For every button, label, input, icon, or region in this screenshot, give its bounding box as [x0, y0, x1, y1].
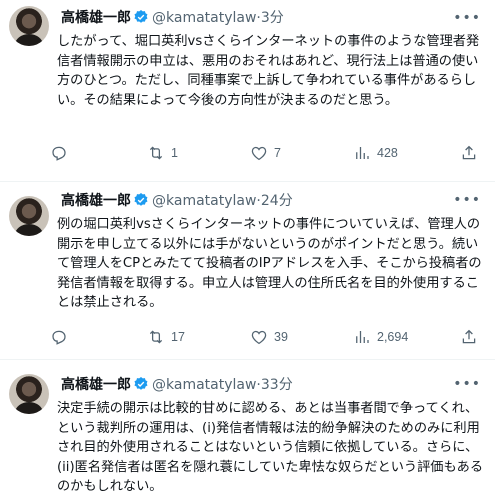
views-icon: [356, 147, 369, 159]
views-icon: [356, 331, 369, 343]
heart-icon: [251, 146, 267, 161]
like-count: 7: [274, 146, 281, 160]
views-button[interactable]: 428: [353, 143, 398, 163]
tweet[interactable]: 高橋雄一郎 @kamatatylaw·3分 ••• したがって、堀口英利vsさくら…: [0, 0, 495, 182]
verified-badge-icon: [133, 376, 149, 399]
reply-button[interactable]: [50, 327, 74, 347]
tweet[interactable]: 高橋雄一郎 @kamatatylaw·24分 ••• 例の堀口英利vsさくらインタ…: [0, 182, 495, 360]
share-button[interactable]: [460, 143, 478, 163]
handle[interactable]: @kamatatylaw: [152, 193, 256, 209]
timestamp[interactable]: 33分: [261, 377, 293, 393]
retweet-button[interactable]: 17: [147, 327, 185, 347]
reply-icon: [52, 330, 66, 345]
verified-badge-icon: [133, 9, 149, 32]
avatar[interactable]: [9, 196, 49, 236]
tweet-text: したがって、堀口英利vsさくらインターネットの事件のような管理者発信者情報開示の…: [57, 34, 480, 108]
handle[interactable]: @kamatatylaw: [152, 377, 256, 393]
handle[interactable]: @kamatatylaw: [152, 10, 256, 26]
retweet-icon: [149, 146, 163, 160]
more-options-icon[interactable]: •••: [453, 376, 481, 392]
timestamp[interactable]: 24分: [261, 193, 293, 209]
tweet-actions: 1 7 428: [50, 143, 483, 163]
view-count: 2,694: [377, 330, 409, 344]
view-count: 428: [377, 146, 398, 160]
more-options-icon[interactable]: •••: [453, 192, 481, 208]
retweet-count: 1: [171, 146, 178, 160]
avatar[interactable]: [9, 6, 49, 46]
timestamp[interactable]: 3分: [261, 10, 284, 26]
share-button[interactable]: [460, 327, 478, 347]
reply-icon: [52, 146, 66, 161]
like-count: 39: [274, 330, 288, 344]
tweet-header: 高橋雄一郎 @kamatatylaw·33分: [61, 374, 293, 396]
views-button[interactable]: 2,694: [353, 327, 408, 347]
heart-icon: [251, 330, 267, 345]
verified-badge-icon: [133, 192, 149, 215]
retweet-count: 17: [171, 330, 185, 344]
tweet[interactable]: 高橋雄一郎 @kamatatylaw·33分 ••• 決定手続の開示は比較的甘めに…: [0, 360, 495, 495]
tweet-actions: 17 39 2,694: [50, 327, 483, 347]
avatar[interactable]: [9, 374, 49, 414]
tweet-text: 決定手続の開示は比較的甘めに認める、あとは当事者間で争ってくれ、という裁判所の運…: [57, 401, 484, 495]
share-icon: [462, 329, 476, 344]
like-button[interactable]: 39: [250, 327, 288, 347]
share-icon: [462, 145, 476, 160]
retweet-icon: [149, 330, 163, 344]
display-name[interactable]: 高橋雄一郎: [61, 377, 131, 393]
reply-button[interactable]: [50, 143, 74, 163]
tweet-header: 高橋雄一郎 @kamatatylaw·24分: [61, 190, 293, 212]
tweet-header: 高橋雄一郎 @kamatatylaw·3分: [61, 7, 284, 29]
more-options-icon[interactable]: •••: [453, 10, 481, 26]
tweet-feed: 高橋雄一郎 @kamatatylaw·3分 ••• したがって、堀口英利vsさくら…: [0, 0, 495, 495]
tweet-text: 例の堀口英利vsさくらインターネットの事件についていえば、管理人の開示を申し立て…: [57, 217, 482, 311]
like-button[interactable]: 7: [250, 143, 281, 163]
retweet-button[interactable]: 1: [147, 143, 178, 163]
display-name[interactable]: 高橋雄一郎: [61, 193, 131, 209]
display-name[interactable]: 高橋雄一郎: [61, 10, 131, 26]
